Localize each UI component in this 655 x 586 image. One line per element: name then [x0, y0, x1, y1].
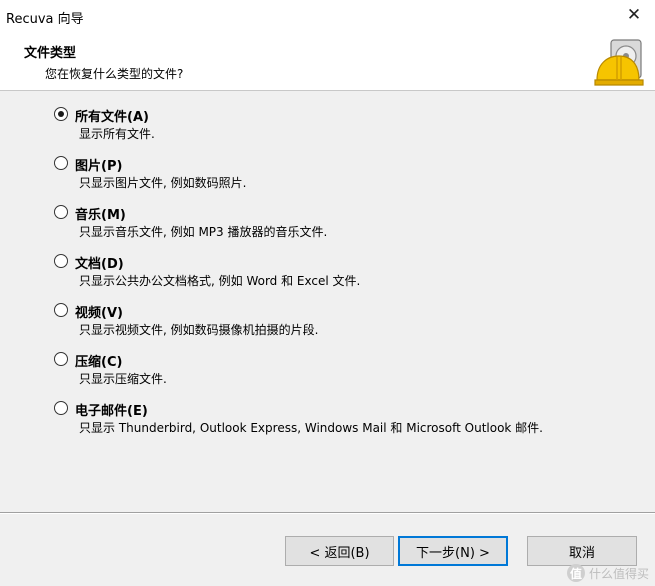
- file-type-options: 所有文件(A) 显示所有文件. 图片(P) 只显示图片文件, 例如数码照片. 音…: [54, 106, 614, 449]
- radio-music[interactable]: [54, 205, 68, 219]
- option-description: 只显示视频文件, 例如数码摄像机拍摄的片段.: [79, 323, 319, 337]
- page-title: 文件类型: [24, 46, 77, 61]
- wizard-header: 文件类型 您在恢复什么类型的文件?: [0, 31, 655, 91]
- radio-email[interactable]: [54, 401, 68, 415]
- option-description: 只显示公共办公文档格式, 例如 Word 和 Excel 文件.: [79, 274, 361, 288]
- watermark: 值 什么值得买: [566, 564, 649, 582]
- radio-documents[interactable]: [54, 254, 68, 268]
- option-label: 视频(V): [75, 306, 123, 321]
- cancel-button[interactable]: 取消: [527, 536, 637, 566]
- option-label: 电子邮件(E): [75, 404, 148, 419]
- option-description: 只显示 Thunderbird, Outlook Express, Window…: [79, 421, 543, 435]
- back-button[interactable]: < 返回(B): [285, 536, 394, 566]
- option-label: 音乐(M): [75, 208, 126, 223]
- title-bar: Recuva 向导 ✕: [0, 0, 655, 31]
- page-subtitle: 您在恢复什么类型的文件?: [45, 67, 184, 81]
- radio-video[interactable]: [54, 303, 68, 317]
- next-button[interactable]: 下一步(N) >: [398, 536, 508, 566]
- option-video[interactable]: 视频(V) 只显示视频文件, 例如数码摄像机拍摄的片段.: [54, 302, 614, 351]
- option-description: 显示所有文件.: [79, 127, 155, 141]
- option-description: 只显示图片文件, 例如数码照片.: [79, 176, 247, 190]
- radio-all-files[interactable]: [54, 107, 68, 121]
- radio-compressed[interactable]: [54, 352, 68, 366]
- watermark-logo-icon: 值: [566, 564, 585, 582]
- option-label: 所有文件(A): [75, 110, 149, 125]
- radio-pictures[interactable]: [54, 156, 68, 170]
- option-description: 只显示音乐文件, 例如 MP3 播放器的音乐文件.: [79, 225, 328, 239]
- option-compressed[interactable]: 压缩(C) 只显示压缩文件.: [54, 351, 614, 400]
- option-label: 文档(D): [75, 257, 124, 272]
- footer-separator: [0, 512, 655, 514]
- close-button[interactable]: ✕: [623, 4, 645, 26]
- option-label: 压缩(C): [75, 355, 123, 370]
- option-pictures[interactable]: 图片(P) 只显示图片文件, 例如数码照片.: [54, 155, 614, 204]
- close-icon: ✕: [626, 5, 642, 25]
- watermark-text: 什么值得买: [588, 566, 649, 581]
- option-all-files[interactable]: 所有文件(A) 显示所有文件.: [54, 106, 614, 155]
- option-email[interactable]: 电子邮件(E) 只显示 Thunderbird, Outlook Express…: [54, 400, 614, 449]
- recuva-hardhat-drive-icon: [594, 39, 644, 86]
- option-label: 图片(P): [75, 159, 123, 174]
- option-documents[interactable]: 文档(D) 只显示公共办公文档格式, 例如 Word 和 Excel 文件.: [54, 253, 614, 302]
- window-title: Recuva 向导: [6, 12, 84, 27]
- option-music[interactable]: 音乐(M) 只显示音乐文件, 例如 MP3 播放器的音乐文件.: [54, 204, 614, 253]
- option-description: 只显示压缩文件.: [79, 372, 167, 386]
